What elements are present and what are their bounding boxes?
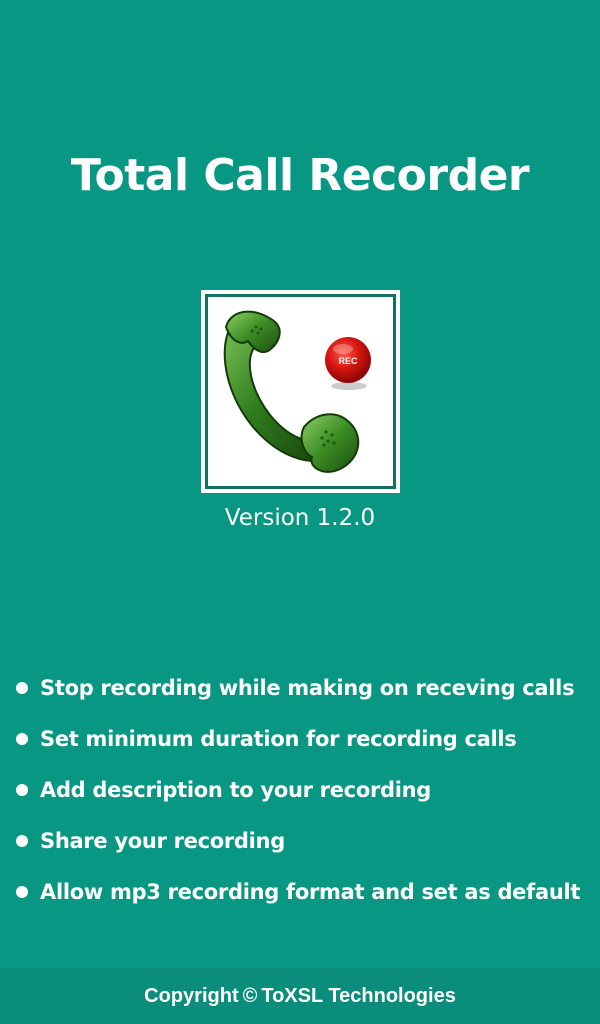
feature-list: Stop recording while making on receving … [16, 662, 596, 917]
bullet-icon [16, 681, 28, 694]
copyright-prefix: Copyright [144, 984, 239, 1007]
phone-handset-icon: REC [223, 310, 371, 473]
bullet-icon [16, 732, 28, 745]
feature-text: Allow mp3 recording format and set as de… [40, 879, 581, 904]
bullet-icon [16, 834, 28, 847]
feature-text: Stop recording while making on receving … [40, 675, 575, 700]
bullet-icon [16, 783, 28, 796]
copyright-symbol-icon: © [242, 984, 258, 1007]
company-name: ToXSL Technologies [261, 984, 456, 1007]
splash-screen: Total Call Recorder REC Version 1.2.0 St… [0, 0, 600, 1024]
feature-item: Stop recording while making on receving … [16, 662, 596, 713]
rec-label: REC [338, 356, 358, 366]
feature-text: Set minimum duration for recording calls [40, 726, 517, 751]
bullet-icon [16, 885, 28, 898]
feature-item: Share your recording [16, 815, 596, 866]
copyright-footer: Copyright © ToXSL Technologies [0, 968, 600, 1024]
feature-item: Add description to your recording [16, 764, 596, 815]
version-label: Version 1.2.0 [224, 505, 376, 531]
feature-item: Set minimum duration for recording calls [16, 713, 596, 764]
feature-item: Allow mp3 recording format and set as de… [16, 866, 596, 917]
app-logo-inner: REC [205, 294, 396, 489]
feature-text: Add description to your recording [40, 777, 432, 802]
app-logo: REC [201, 290, 400, 493]
feature-text: Share your recording [40, 828, 285, 853]
app-title: Total Call Recorder [70, 150, 530, 201]
